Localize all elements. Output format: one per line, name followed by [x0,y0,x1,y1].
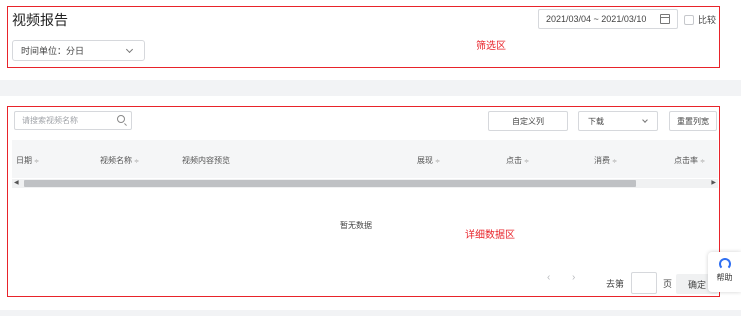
filter-area-annotation [7,6,720,68]
detail-area-annotation [7,106,720,297]
filter-area-annotation-label: 筛选区 [476,41,506,52]
help-widget[interactable]: 帮助 [708,252,741,292]
detail-area-annotation-label: 详细数据区 [465,230,515,241]
help-label: 帮助 [716,273,733,282]
headset-icon [718,258,731,270]
